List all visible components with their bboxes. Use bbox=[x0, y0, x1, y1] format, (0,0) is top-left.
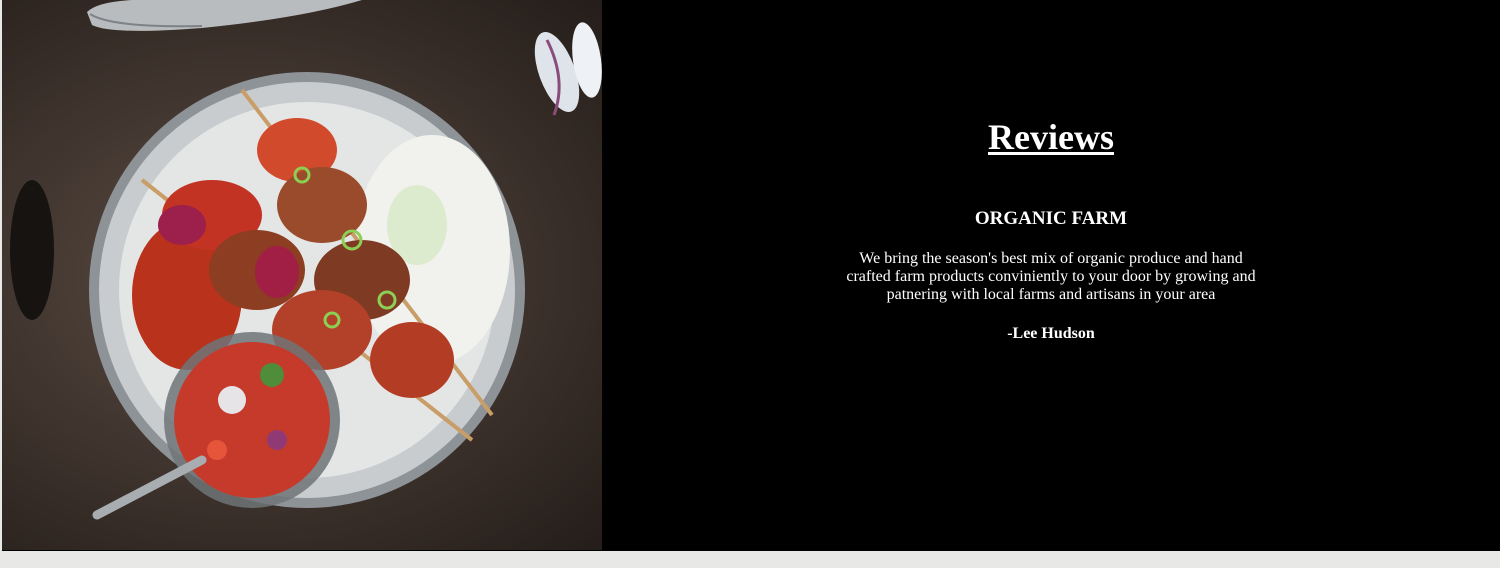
page: Reviews ORGANIC FARM We bring the season… bbox=[0, 0, 1500, 568]
reviews-title: Reviews bbox=[988, 117, 1114, 157]
review-text: We bring the season's best mix of organi… bbox=[846, 250, 1256, 303]
reviews-content: Reviews ORGANIC FARM We bring the season… bbox=[602, 0, 1500, 551]
review-heading: ORGANIC FARM bbox=[974, 208, 1128, 229]
reviews-section: Reviews ORGANIC FARM We bring the season… bbox=[2, 0, 1500, 551]
food-photo bbox=[2, 0, 602, 550]
food-photo-illustration bbox=[10, 0, 602, 520]
review-author: -Lee Hudson bbox=[1007, 325, 1095, 342]
